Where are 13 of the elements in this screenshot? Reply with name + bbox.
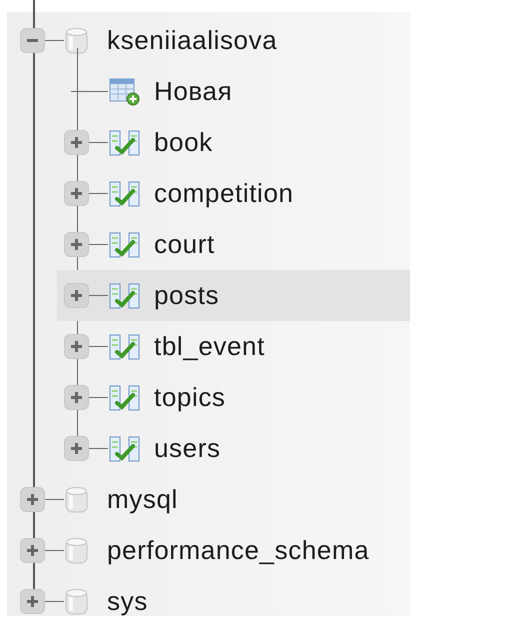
database-name[interactable]: mysql xyxy=(107,484,178,515)
database-name[interactable]: kseniiaalisova xyxy=(107,25,278,56)
table-name[interactable]: court xyxy=(154,229,215,260)
highlighted-row[interactable]: posts xyxy=(57,270,410,321)
table-name[interactable]: users xyxy=(154,433,221,464)
database-name[interactable]: performance_schema xyxy=(107,535,370,566)
table-name[interactable]: posts xyxy=(154,280,220,311)
table-name[interactable]: topics xyxy=(154,382,226,413)
table-name[interactable]: tbl_event xyxy=(154,331,265,362)
new-table-link[interactable]: Новая xyxy=(154,76,232,107)
table-name[interactable]: competition xyxy=(154,178,294,209)
database-name[interactable]: sys xyxy=(107,586,148,616)
table-name[interactable]: book xyxy=(154,127,213,158)
